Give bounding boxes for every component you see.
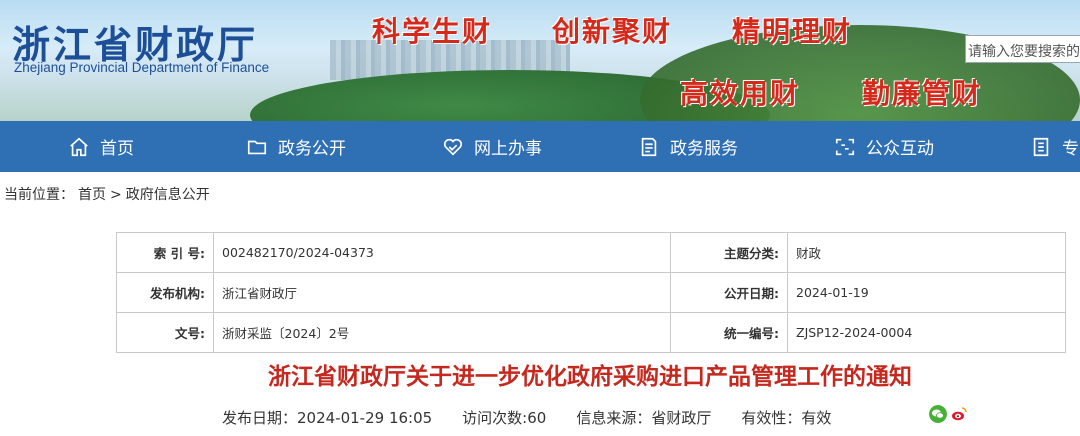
publish-date: 发布日期：2024-01-29 16:05 xyxy=(222,409,433,427)
validity: 有效性：有效 xyxy=(741,409,832,427)
article-title: 浙江省财政厅关于进一步优化政府采购进口产品管理工作的通知 xyxy=(268,364,912,390)
site-header: 浙江省财政厅 Zhejiang Provincial Department of… xyxy=(0,0,1080,121)
table-row: 文号: 浙财采监〔2024〕2号 统一编号: ZJSP12-2024-0004 xyxy=(116,312,1066,353)
breadcrumb-link-info[interactable]: 政府信息公开 xyxy=(126,187,210,203)
topic-value: 财政 xyxy=(787,232,1066,273)
slogan-3: 精明理财 xyxy=(732,15,853,48)
topic-label: 主题分类: xyxy=(670,232,788,273)
handshake-icon xyxy=(443,138,463,156)
slogan-4: 高效用财 xyxy=(680,77,801,110)
index-value: 002482170/2024-04373 xyxy=(213,232,671,273)
docno-value: 浙财采监〔2024〕2号 xyxy=(213,312,671,353)
nav-label: 政务服务 xyxy=(670,139,738,159)
docno-label: 文号: xyxy=(116,312,214,353)
issuer-value: 浙江省财政厅 xyxy=(213,272,671,313)
slogan-5: 勤廉管财 xyxy=(862,77,983,110)
nav-label: 首页 xyxy=(100,139,134,159)
public-date-value: 2024-01-19 xyxy=(787,272,1066,313)
code-label: 统一编号: xyxy=(670,312,788,353)
nav-item-gov-service[interactable]: 政务服务 xyxy=(638,121,738,172)
site-logo-subtitle: Zhejiang Provincial Department of Financ… xyxy=(14,60,270,75)
nav-item-special[interactable]: 专 xyxy=(1030,121,1079,172)
wechat-share-icon[interactable] xyxy=(929,405,947,423)
issuer-label: 发布机构: xyxy=(116,272,214,313)
breadcrumb-separator: > xyxy=(110,187,122,203)
search-input[interactable]: 请输入您要搜索的 xyxy=(965,35,1080,63)
document-icon xyxy=(641,137,657,156)
public-date-label: 公开日期: xyxy=(670,272,788,313)
home-icon xyxy=(70,137,88,156)
slogan-1: 科学生财 xyxy=(372,15,493,48)
slogan-2: 创新聚财 xyxy=(552,15,673,48)
visit-count: 访问次数:60 xyxy=(462,409,547,427)
index-label: 索 引 号: xyxy=(116,232,214,273)
article-meta: 发布日期：2024-01-29 16:05 访问次数:60 信息来源：省财政厅 有效性… xyxy=(222,407,861,428)
nav-label: 公众互动 xyxy=(866,139,934,159)
folder-icon xyxy=(247,140,267,154)
info-source: 信息来源：省财政厅 xyxy=(576,409,712,427)
table-row: 索 引 号: 002482170/2024-04373 主题分类: 财政 xyxy=(116,232,1066,273)
main-nav: 首页 政务公开 网上办事 政务服务 公众互动 专 xyxy=(0,121,1080,172)
breadcrumb-prefix: 当前位置： xyxy=(4,187,74,203)
breadcrumb-link-home[interactable]: 首页 xyxy=(78,187,106,203)
nav-item-public-interaction[interactable]: 公众互动 xyxy=(834,121,934,172)
nav-label: 政务公开 xyxy=(278,139,346,159)
nav-item-online-service[interactable]: 网上办事 xyxy=(442,121,542,172)
code-value: ZJSP12-2024-0004 xyxy=(787,312,1066,353)
nav-label: 网上办事 xyxy=(474,139,542,159)
weibo-share-icon[interactable] xyxy=(950,405,968,423)
list-icon xyxy=(1033,137,1049,156)
nav-item-home[interactable]: 首页 xyxy=(68,121,134,172)
interaction-icon xyxy=(835,138,855,155)
table-row: 发布机构: 浙江省财政厅 公开日期: 2024-01-19 xyxy=(116,272,1066,313)
document-meta-table: 索 引 号: 002482170/2024-04373 主题分类: 财政 发布机… xyxy=(116,232,1066,353)
nav-label: 专 xyxy=(1062,139,1079,159)
nav-item-gov-affairs[interactable]: 政务公开 xyxy=(246,121,346,172)
breadcrumb: 当前位置： 首页 > 政府信息公开 xyxy=(4,184,214,204)
